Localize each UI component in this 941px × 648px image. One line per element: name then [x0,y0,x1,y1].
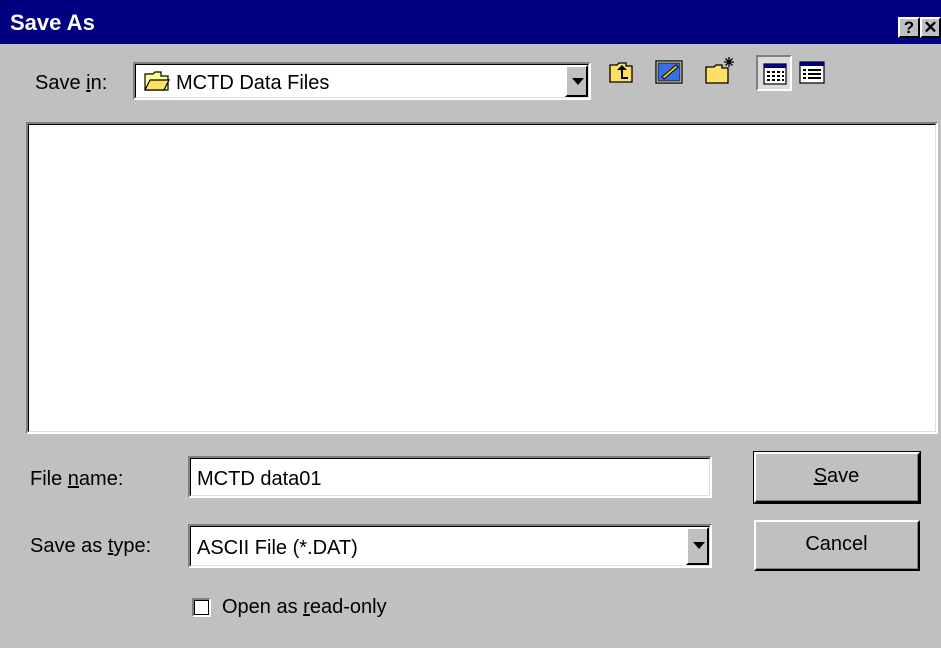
title-bar[interactable]: Save As ? ✕ [0,0,941,44]
file-name-label: File name: [30,468,124,490]
close-button[interactable]: ✕ [920,17,941,38]
up-one-level-button[interactable] [604,55,638,89]
folder-open-icon [144,71,170,91]
save-in-value: MCTD Data Files [176,72,330,94]
save-as-type-dropdown[interactable]: ASCII File (*.DAT) [188,524,712,568]
file-name-value: MCTD data01 [197,468,322,490]
list-view-icon [763,63,787,85]
save-as-type-label: Save as type: [30,535,152,557]
save-in-dropdown[interactable]: MCTD Data Files [133,62,591,100]
new-folder-icon [705,57,734,84]
save-as-type-dropdown-button[interactable] [686,527,709,565]
file-name-input[interactable]: MCTD data01 [188,456,712,498]
cancel-button[interactable]: Cancel [754,520,920,571]
new-folder-button[interactable] [702,55,736,89]
list-view-button[interactable] [756,55,792,91]
view-desktop-button[interactable] [652,55,686,89]
save-as-type-value: ASCII File (*.DAT) [197,537,358,559]
file-list[interactable] [26,122,938,434]
window-title: Save As [10,10,95,35]
read-only-label[interactable]: Open as read-only [222,596,387,619]
details-view-icon [799,61,825,84]
read-only-checkbox[interactable] [192,598,211,617]
help-button[interactable]: ? [898,17,920,38]
details-view-button[interactable] [796,55,830,89]
chevron-down-icon [693,542,705,549]
save-button[interactable]: Save [753,451,921,504]
chevron-down-icon [572,78,584,85]
save-in-label: Save in: [35,72,108,94]
up-one-level-icon [609,62,633,83]
view-desktop-icon [655,60,683,84]
save-in-dropdown-button[interactable] [565,65,588,97]
